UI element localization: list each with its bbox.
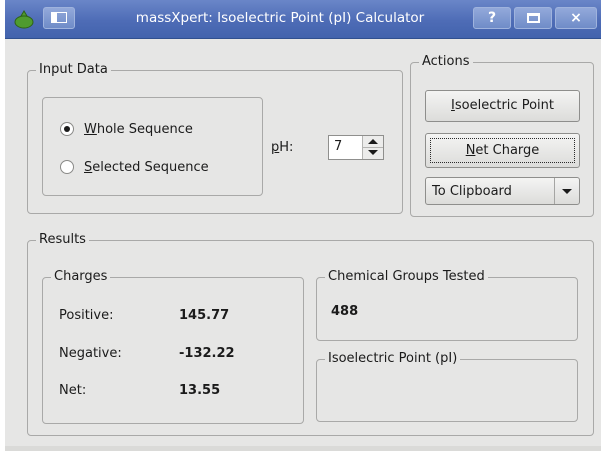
chevron-down-icon	[562, 188, 572, 194]
arrow-down-icon	[368, 150, 378, 155]
window-title: massXpert: Isoelectric Point (pI) Calcul…	[135, 10, 425, 26]
net-charge-button[interactable]: Net Charge	[425, 133, 580, 168]
close-button[interactable]: ×	[555, 7, 597, 29]
output-target-value: To Clipboard	[432, 184, 512, 199]
maximize-button[interactable]	[514, 7, 552, 29]
window-bottom-edge	[5, 446, 601, 451]
help-button[interactable]: ?	[473, 7, 511, 29]
chemical-groups-legend: Chemical Groups Tested	[325, 269, 488, 285]
selected-sequence-label: Selected Sequence	[84, 159, 209, 175]
results-legend: Results	[36, 232, 89, 248]
ph-label: pH:	[271, 140, 294, 155]
whole-sequence-label: Whole Sequence	[84, 121, 193, 137]
charges-legend: Charges	[51, 269, 111, 285]
isoelectric-point-legend: Isoelectric Point (pI)	[325, 351, 461, 367]
net-value: 13.55	[179, 383, 221, 398]
isoelectric-point-button[interactable]: Isoelectric Point	[425, 90, 580, 122]
window-menu-button[interactable]	[43, 7, 75, 29]
negative-value: -132.22	[179, 346, 235, 361]
negative-label: Negative:	[59, 346, 122, 361]
output-target-combo[interactable]: To Clipboard	[425, 177, 580, 205]
whole-sequence-radio[interactable]: Whole Sequence	[60, 119, 193, 139]
combo-dropdown-button[interactable]	[554, 178, 579, 204]
net-label: Net:	[59, 383, 87, 398]
actions-legend: Actions	[419, 54, 473, 70]
ph-spinbox[interactable]: 7	[328, 135, 384, 160]
sequence-scope-group	[42, 97, 263, 196]
isoelectric-point-group: Isoelectric Point (pI)	[316, 351, 578, 422]
massxpert-app-icon[interactable]	[13, 9, 35, 29]
ph-decrement-button[interactable]	[363, 147, 383, 158]
arrow-up-icon	[368, 139, 378, 144]
title-bar[interactable]: massXpert: Isoelectric Point (pI) Calcul…	[5, 0, 601, 39]
selected-sequence-radio[interactable]: Selected Sequence	[60, 157, 209, 177]
maximize-icon	[527, 13, 540, 23]
selected-sequence-radio-indicator[interactable]	[60, 160, 74, 174]
focus-indicator	[430, 138, 575, 163]
whole-sequence-radio-indicator[interactable]	[60, 122, 74, 136]
input-data-legend: Input Data	[36, 62, 111, 78]
positive-value: 145.77	[179, 308, 230, 323]
ph-value[interactable]: 7	[334, 139, 342, 154]
positive-label: Positive:	[59, 308, 114, 323]
chemical-groups-value: 488	[331, 304, 359, 319]
